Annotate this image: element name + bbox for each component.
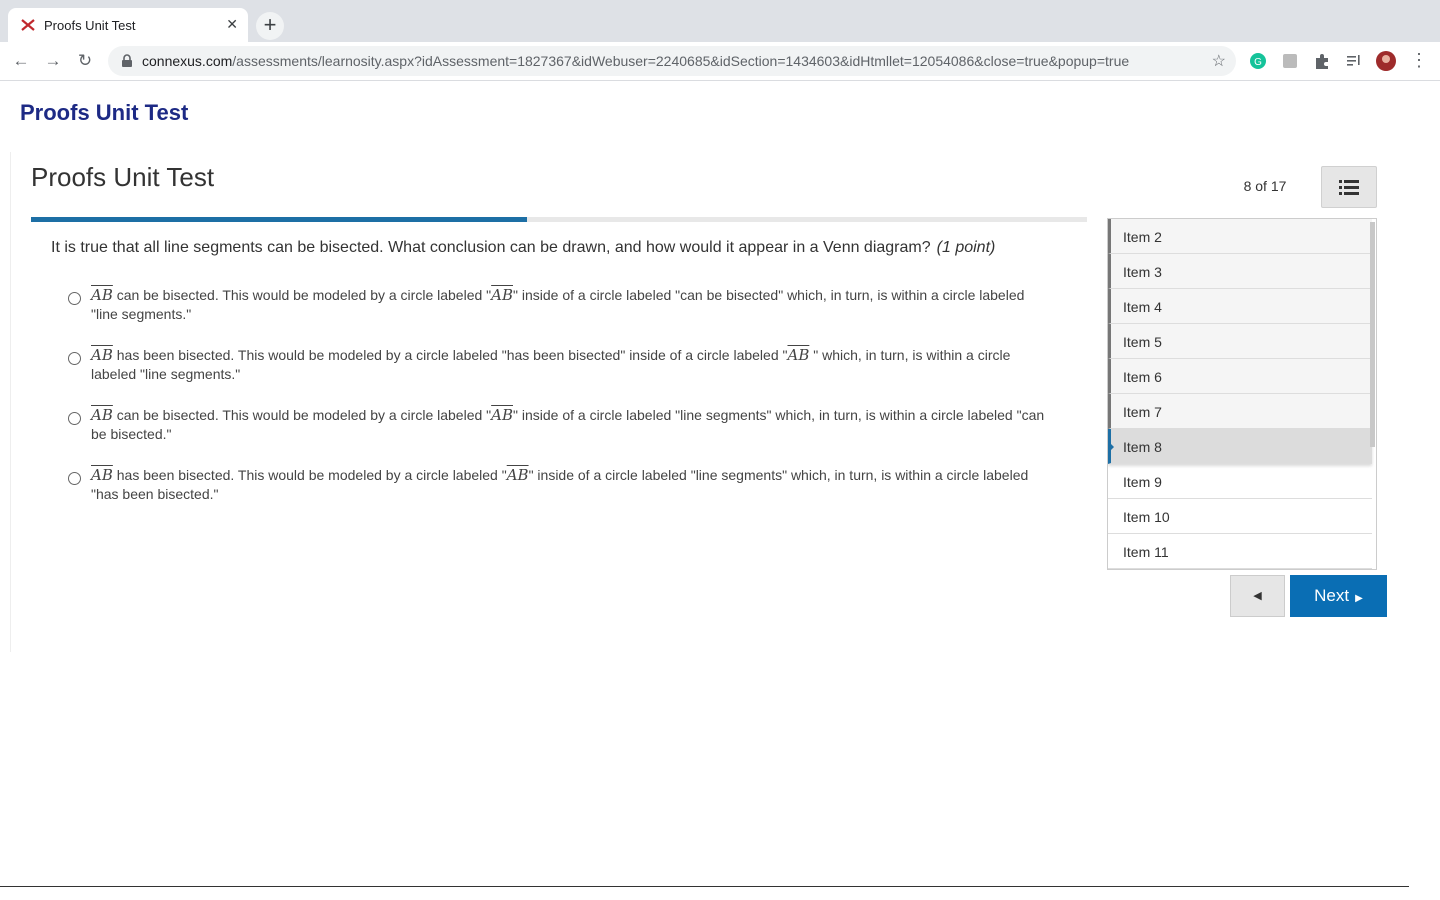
footer-divider (0, 886, 1409, 887)
progress-bar-fill (31, 217, 528, 222)
choice-text: AB can be bisected. This would be modele… (91, 406, 1045, 442)
reload-icon[interactable]: ↻ (74, 50, 96, 72)
browser-toolbar: ← → ↻ connexus.com/assessments/learnosit… (0, 42, 1440, 81)
item-list-entry-current[interactable]: Item 8 (1108, 429, 1372, 464)
media-queue-icon[interactable] (1345, 52, 1363, 70)
connexus-favicon-icon (21, 19, 35, 31)
item-list-scrollbar[interactable] (1370, 222, 1375, 447)
previous-button[interactable]: ◀ (1230, 575, 1285, 617)
bookmark-star-icon[interactable]: ☆ (1212, 51, 1226, 71)
segment-ab: AB (787, 346, 810, 364)
new-tab-button[interactable]: + (256, 12, 284, 40)
item-list-toggle-button[interactable] (1321, 166, 1377, 208)
item-counter: 8 of 17 (1243, 178, 1287, 194)
url-path: /assessments/learnosity.aspx?idAssessmen… (232, 53, 1130, 69)
url-text: connexus.com/assessments/learnosity.aspx… (142, 53, 1129, 69)
item-list-entry[interactable]: Item 5 (1108, 324, 1372, 359)
item-list[interactable]: Item 2 Item 3 Item 4 Item 5 Item 6 Item … (1107, 218, 1377, 570)
choice-text: AB can be bisected. This would be modele… (91, 286, 1025, 322)
segment-ab: AB (91, 406, 113, 424)
question-text: It is true that all line segments can be… (51, 239, 931, 256)
lock-icon (122, 54, 132, 67)
radio-button[interactable] (68, 412, 81, 425)
item-list-entry[interactable]: Item 3 (1108, 254, 1372, 289)
next-arrow-icon: ▶ (1355, 593, 1363, 604)
choice-text: AB has been bisected. This would be mode… (91, 346, 1011, 382)
svg-text:G: G (1254, 57, 1262, 68)
forward-arrow-icon[interactable]: → (42, 50, 64, 72)
question-prompt: It is true that all line segments can be… (51, 239, 995, 257)
question-points: (1 point) (936, 239, 996, 256)
browser-menu-icon[interactable]: ⋮ (1410, 50, 1428, 70)
item-list-entry[interactable]: Item 10 (1108, 499, 1372, 534)
radio-button[interactable] (68, 472, 81, 485)
item-list-entry[interactable]: Item 9 (1108, 464, 1372, 499)
radio-button[interactable] (68, 352, 81, 365)
extension-icon[interactable] (1281, 52, 1299, 70)
segment-ab: AB (491, 286, 513, 304)
url-host: connexus.com (142, 53, 233, 69)
segment-ab: AB (91, 466, 113, 484)
progress-bar (31, 217, 1087, 222)
browser-tabstrip: Proofs Unit Test ✕ + (0, 0, 1440, 42)
browser-tab[interactable]: Proofs Unit Test ✕ (8, 8, 248, 42)
list-icon (1339, 180, 1359, 195)
item-list-entry[interactable]: Item 7 (1108, 394, 1372, 429)
item-list-entry[interactable]: Item 6 (1108, 359, 1372, 394)
grammarly-icon[interactable]: G (1249, 52, 1267, 70)
tab-close-icon[interactable]: ✕ (226, 16, 238, 33)
back-arrow-icon[interactable]: ← (10, 50, 32, 72)
item-list-entry[interactable]: Item 4 (1108, 289, 1372, 324)
segment-ab: AB (506, 466, 529, 484)
item-list-entry[interactable]: Item 2 (1108, 219, 1372, 254)
radio-button[interactable] (68, 292, 81, 305)
next-button[interactable]: Next ▶ (1290, 575, 1387, 617)
address-bar[interactable]: connexus.com/assessments/learnosity.aspx… (108, 46, 1236, 76)
test-title: Proofs Unit Test (31, 162, 215, 192)
segment-ab: AB (491, 406, 513, 424)
item-list-entry[interactable]: Item 11 (1108, 534, 1372, 569)
segment-ab: AB (91, 346, 113, 364)
profile-avatar[interactable] (1376, 51, 1396, 71)
choice-text: AB has been bisected. This would be mode… (91, 466, 1029, 502)
tab-title: Proofs Unit Test (44, 18, 136, 33)
content-divider (10, 152, 11, 652)
next-button-label: Next (1314, 586, 1350, 605)
puzzle-icon[interactable] (1313, 52, 1331, 70)
app-title: Proofs Unit Test (20, 100, 189, 125)
current-item-marker-icon (1108, 441, 1114, 453)
segment-ab: AB (91, 286, 113, 304)
